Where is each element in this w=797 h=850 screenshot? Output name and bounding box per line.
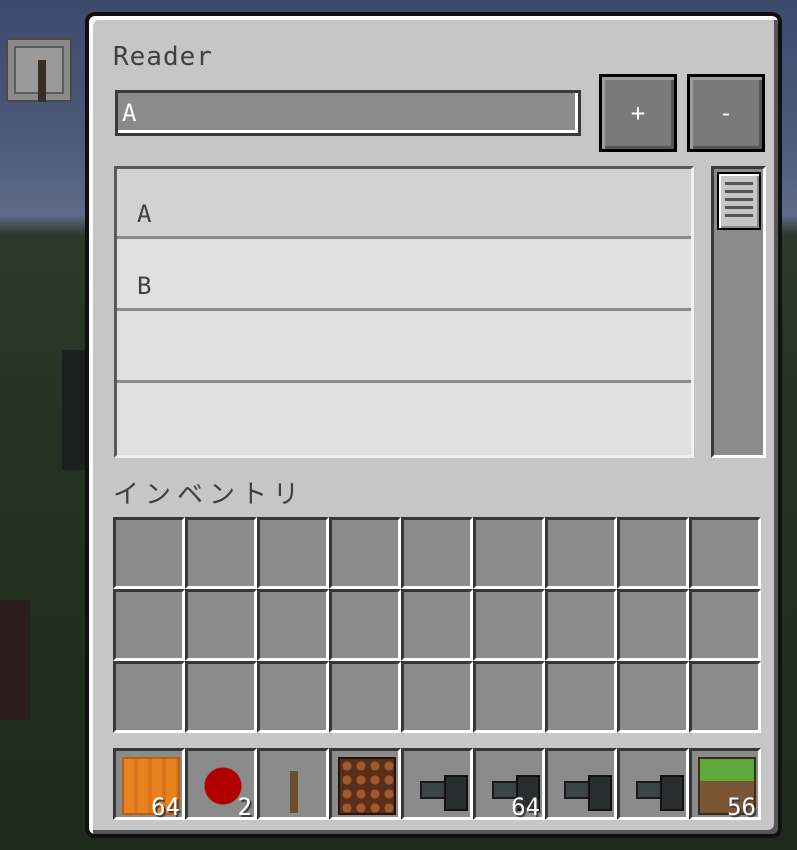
inventory-slot[interactable] (545, 661, 617, 733)
world-block (0, 600, 30, 720)
inventory-label: インベントリ (113, 480, 306, 510)
hotbar-slot[interactable] (545, 748, 617, 820)
bus-block-icon (626, 757, 684, 815)
list-item[interactable]: B (117, 241, 691, 311)
inventory-slot[interactable] (617, 517, 689, 589)
inventory-slot[interactable] (545, 517, 617, 589)
remove-button[interactable]: - (687, 74, 765, 152)
item-count: 64 (511, 793, 540, 821)
inventory-slot[interactable] (401, 589, 473, 661)
hotbar-slot[interactable]: 64 (113, 748, 185, 821)
inventory-slot[interactable] (257, 589, 329, 661)
bus-block-icon (410, 757, 468, 815)
inventory-slot[interactable] (185, 661, 257, 733)
hotbar-slot[interactable]: 56 (689, 748, 761, 821)
name-input[interactable]: A (115, 90, 581, 136)
inventory-slot[interactable] (257, 661, 329, 733)
item-count: 56 (727, 793, 756, 821)
hotbar-slot[interactable] (401, 748, 473, 820)
inventory-slot[interactable] (473, 517, 545, 589)
inventory-slot[interactable] (689, 589, 761, 661)
inventory-slot[interactable] (473, 589, 545, 661)
hotbar-slot[interactable]: 64 (473, 748, 545, 821)
scrollbar-thumb[interactable] (717, 172, 761, 230)
list-item[interactable] (117, 385, 691, 455)
lever-stick (38, 60, 46, 102)
bus-block-icon (554, 757, 612, 815)
inventory-slot[interactable] (185, 517, 257, 589)
inventory-slot[interactable] (473, 661, 545, 733)
inventory-slot[interactable] (617, 661, 689, 733)
inventory-slot[interactable] (257, 517, 329, 589)
inventory-slot[interactable] (545, 589, 617, 661)
list-scrollbar[interactable] (711, 166, 766, 458)
gui-title: Reader (113, 42, 213, 72)
inventory-slot[interactable] (329, 589, 401, 661)
inventory-slot[interactable] (401, 517, 473, 589)
hotbar-slot[interactable] (329, 748, 401, 820)
inventory-slot[interactable] (689, 661, 761, 733)
list-item[interactable] (117, 313, 691, 383)
inventory-slot[interactable] (617, 589, 689, 661)
reader-gui-panel: Reader A + - A B インベントリ 64 2 64 56 (85, 12, 782, 838)
inventory-slot[interactable] (329, 517, 401, 589)
inventory-slot[interactable] (689, 517, 761, 589)
item-count: 2 (237, 793, 252, 821)
inventory-slot[interactable] (113, 661, 185, 733)
inventory-slot[interactable] (401, 661, 473, 733)
inventory-slot[interactable] (113, 589, 185, 661)
lever-icon (6, 38, 72, 102)
list-item[interactable]: A (117, 169, 691, 239)
hotbar-slot[interactable] (617, 748, 689, 820)
hotbar-slot[interactable]: 2 (185, 748, 257, 821)
hotbar-slot[interactable] (257, 748, 329, 820)
add-button[interactable]: + (599, 74, 677, 152)
item-count: 64 (151, 793, 180, 821)
inventory-slot[interactable] (113, 517, 185, 589)
inventory-slot[interactable] (329, 661, 401, 733)
entry-list: A B (114, 166, 694, 458)
stick-icon (290, 771, 298, 813)
redstone-lamp-icon (338, 757, 396, 815)
inventory-slot[interactable] (185, 589, 257, 661)
